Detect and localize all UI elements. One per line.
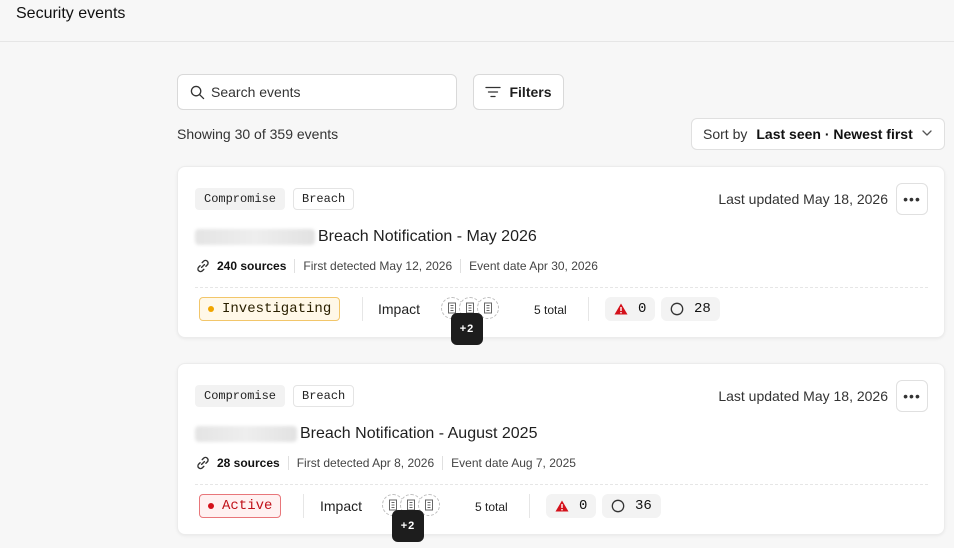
card-divider [195, 287, 928, 288]
redacted-domain [195, 229, 315, 245]
status-badge: Active [199, 494, 282, 518]
sources-count[interactable]: 28 sources [217, 456, 280, 470]
more-options-button[interactable]: ••• [896, 183, 928, 215]
last-updated: Last updated May 18, 2026 [718, 388, 888, 404]
status-badge: Investigating [199, 297, 341, 321]
chevron-down-icon [922, 130, 932, 136]
results-summary: Showing 30 of 359 events [177, 126, 339, 142]
tag-list: Compromise Breach [195, 385, 355, 407]
status-label: Active [222, 498, 273, 514]
impact-label: Impact [378, 301, 421, 317]
event-meta: 240 sources First detected May 12, 2026 … [195, 258, 598, 274]
meta-divider [460, 259, 462, 273]
event-title-text: Breach Notification - August 2025 [300, 425, 538, 442]
section-divider [303, 494, 304, 518]
more-impacted-count: +2 [392, 510, 424, 542]
open-count: 28 [694, 301, 711, 317]
impact-avatars[interactable]: +2 [382, 494, 440, 542]
top-bar: Security events [0, 0, 954, 42]
more-icon: ••• [903, 191, 921, 207]
more-impacted-count: +2 [451, 313, 483, 345]
tag-compromise[interactable]: Compromise [195, 385, 286, 407]
open-count-pill[interactable]: 28 [661, 297, 720, 321]
filters-button[interactable]: Filters [473, 74, 564, 110]
last-updated: Last updated May 18, 2026 [718, 191, 888, 207]
event-date: Event date Aug 7, 2025 [451, 456, 576, 470]
section-divider [362, 297, 363, 321]
impact-label: Impact [320, 498, 363, 514]
event-title[interactable]: Breach Notification - August 2025 [195, 425, 537, 443]
link-icon [197, 456, 209, 470]
tag-breach[interactable]: Breach [293, 385, 355, 407]
impact-avatars[interactable]: +2 [441, 297, 499, 345]
alerts-count-pill[interactable]: 0 [605, 297, 656, 321]
open-count-pill[interactable]: 36 [602, 494, 661, 518]
status-dot-icon [208, 306, 214, 312]
meta-divider [287, 456, 289, 470]
event-card[interactable]: Compromise Breach Last updated May 18, 2… [177, 166, 945, 345]
event-title-text: Breach Notification - May 2026 [318, 228, 537, 245]
card-divider [195, 484, 928, 485]
tag-compromise[interactable]: Compromise [195, 188, 286, 210]
event-title[interactable]: Breach Notification - May 2026 [195, 228, 537, 246]
alerts-count: 0 [579, 498, 588, 514]
circle-icon [670, 302, 684, 316]
tag-breach[interactable]: Breach [293, 188, 355, 210]
sort-label: Sort by [703, 126, 748, 142]
impact-total: 5 total [534, 303, 567, 317]
search-box[interactable] [177, 74, 457, 110]
impact-total: 5 total [475, 500, 508, 514]
more-icon: ••• [903, 388, 921, 404]
search-input[interactable] [211, 84, 451, 100]
meta-divider [294, 259, 296, 273]
open-count: 36 [635, 498, 652, 514]
more-options-button[interactable]: ••• [896, 380, 928, 412]
filter-icon [485, 86, 502, 98]
page-title: Security events [16, 5, 126, 22]
sources-count[interactable]: 240 sources [217, 259, 286, 273]
event-date: Event date Apr 30, 2026 [469, 259, 598, 273]
meta-divider [442, 456, 444, 470]
section-divider [529, 494, 530, 518]
tag-list: Compromise Breach [195, 188, 355, 210]
redacted-domain [195, 426, 297, 442]
event-meta: 28 sources First detected Apr 8, 2026 Ev… [195, 455, 576, 471]
search-icon [190, 85, 205, 99]
section-divider [588, 297, 589, 321]
circle-icon [611, 499, 625, 513]
sort-dropdown[interactable]: Sort by Last seen · Newest first [691, 118, 945, 150]
warning-icon [555, 500, 569, 512]
alerts-count: 0 [638, 301, 647, 317]
link-icon [197, 259, 209, 273]
first-detected: First detected Apr 8, 2026 [296, 456, 435, 470]
filters-label: Filters [509, 84, 552, 100]
status-dot-icon [208, 503, 214, 509]
first-detected: First detected May 12, 2026 [303, 259, 453, 273]
alerts-count-pill[interactable]: 0 [546, 494, 597, 518]
status-label: Investigating [222, 301, 332, 317]
sort-value: Last seen · Newest first [756, 126, 913, 142]
warning-icon [614, 303, 628, 315]
event-card[interactable]: Compromise Breach Last updated May 18, 2… [177, 363, 945, 542]
